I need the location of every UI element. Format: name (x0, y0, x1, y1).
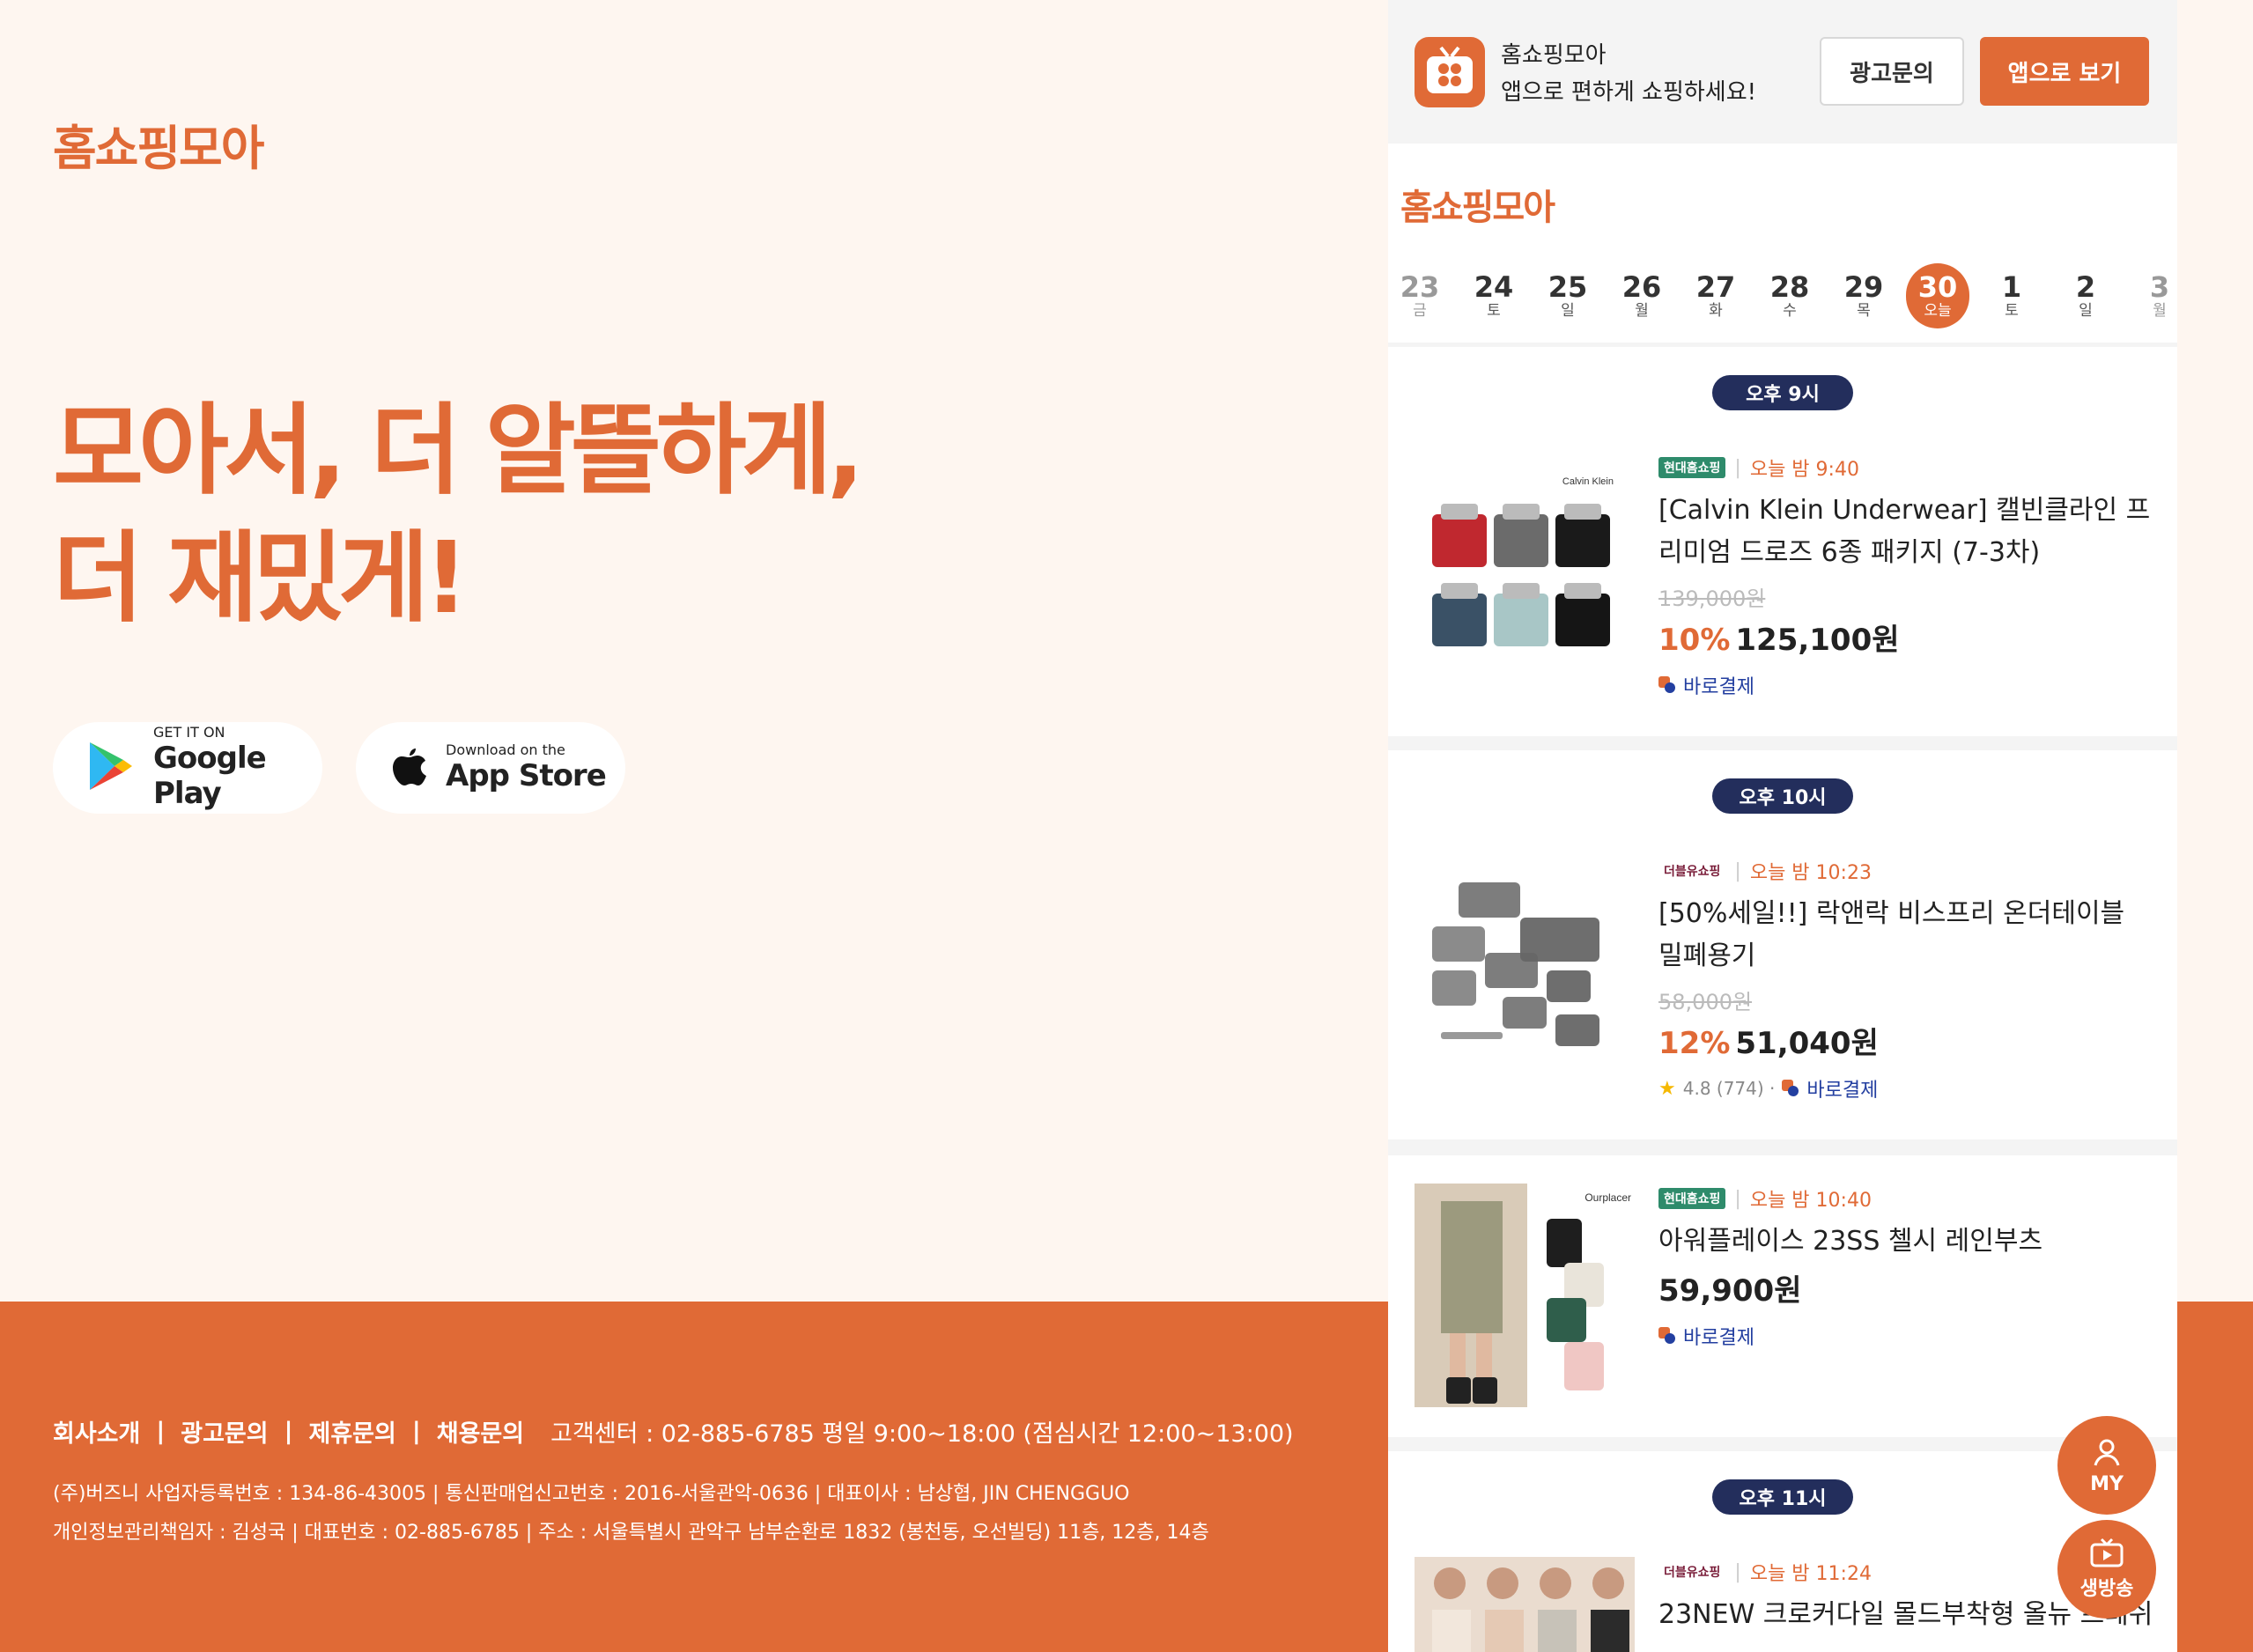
date-item[interactable]: 3월 (2128, 263, 2177, 328)
air-time: 오늘 밤 10:23 (1749, 862, 1872, 884)
product-title[interactable]: 아워플레이스 23SS 첼시 레인부츠 (1658, 1221, 2152, 1263)
footer-link-careers[interactable]: 채용문의 (437, 1414, 524, 1449)
user-icon (2091, 1436, 2123, 1473)
footer-link-partnership[interactable]: 제휴문의 (309, 1414, 396, 1449)
date-item[interactable]: 2일 (2054, 263, 2117, 328)
app-store-small: Download on the (446, 741, 565, 758)
direct-pay-label: 바로결제 (1683, 1327, 1754, 1349)
air-time: 오늘 밤 9:40 (1749, 459, 1859, 481)
mobile-panel: 홈쇼핑모아 앱으로 편하게 쇼핑하세요! 광고문의 앱으로 보기 홈쇼핑모아 2… (1388, 0, 2177, 1652)
thumb-brand: Ourplacer (1584, 1191, 1631, 1204)
time-slot-pill: 오후 9시 (1712, 375, 1853, 410)
banner-title: 홈쇼핑모아 (1501, 42, 1607, 69)
tv-app-icon (1415, 37, 1485, 107)
original-price: 139,000원 (1658, 586, 1766, 611)
sale-price: 12% 51,040원 (1658, 1019, 2152, 1062)
discount-rate: 12% (1658, 1026, 1731, 1061)
app-banner: 홈쇼핑모아 앱으로 편하게 쇼핑하세요! 광고문의 앱으로 보기 (1388, 0, 2177, 144)
direct-pay: ★ 4.8 (774) · 바로결제 (1658, 1074, 2152, 1103)
date-item[interactable]: 28 수 (1758, 263, 1821, 328)
thumb-brand: Calvin Klein (1562, 476, 1614, 487)
product-card[interactable]: Ourplacer 현대홈쇼핑 | 오늘 밤 10:40 아워플레이스 23SS… (1388, 1155, 2177, 1437)
date-item[interactable]: 23 금 (1388, 263, 1452, 328)
tv-icon (2089, 1538, 2124, 1573)
apple-icon (391, 745, 426, 791)
banner-subtitle: 앱으로 편하게 쇼핑하세요! (1501, 79, 1757, 106)
date-item[interactable]: 1토 (1980, 263, 2043, 328)
direct-pay: 바로결제 (1658, 1322, 2152, 1350)
my-page-button[interactable]: MY (2057, 1416, 2156, 1515)
date-item-today[interactable]: 30 오늘 (1906, 263, 1969, 328)
product-title[interactable]: [Calvin Klein Underwear] 캘빈클라인 프리미엄 드로즈 … (1658, 490, 2152, 574)
google-play-icon (88, 741, 134, 795)
headline-line-1: 모아서, 더 알뜰하게, (53, 394, 864, 508)
pay-icon (1658, 1327, 1676, 1345)
price-value: 59,900원 (1658, 1273, 1802, 1309)
channel-badge: 현대홈쇼핑 (1658, 1188, 1726, 1209)
app-store-big: App Store (446, 758, 607, 793)
product-title[interactable]: [50%세일!!] 락앤락 비스프리 온더테이블 밀폐용기 (1658, 893, 2152, 977)
date-selector: 23 금 24 토 25 일 26 월 27 화 28 수 29 목 30 오늘 1토 2일 3… (1388, 263, 2177, 334)
ad-inquiry-button[interactable]: 광고문의 (1820, 37, 1964, 106)
google-play-small: GET IT ON (153, 724, 225, 741)
channel-badge: 더블유쇼핑 (1664, 865, 1721, 879)
company-info-2: 개인정보관리책임자 : 김성국 | 대표번호 : 02-885-6785 | 주… (53, 1522, 1209, 1544)
date-item[interactable]: 26 월 (1610, 263, 1673, 328)
footer-link-company[interactable]: 회사소개 (53, 1414, 140, 1449)
pay-icon (1782, 1080, 1799, 1097)
panel-logo[interactable]: 홈쇼핑모아 (1400, 179, 1555, 230)
customer-center: 고객센터 : 02-885-6785 평일 9:00~18:00 (점심시간 1… (550, 1420, 1294, 1448)
footer-separator: | (156, 1418, 166, 1445)
logo[interactable]: 홈쇼핑모아 (53, 109, 264, 179)
air-time: 오늘 밤 10:40 (1749, 1190, 1872, 1212)
product-thumbnail[interactable]: Ourplacer (1415, 1184, 1635, 1407)
original-price: 58,000원 (1658, 990, 1753, 1014)
product-thumbnail[interactable] (1415, 856, 1635, 1080)
google-play-big: Google Play (153, 741, 267, 811)
live-broadcast-button[interactable]: 생방송 (2057, 1520, 2156, 1619)
date-item[interactable]: 25 일 (1536, 263, 1599, 328)
my-label: MY (2090, 1472, 2124, 1495)
product-info: 현대홈쇼핑 | 오늘 밤 9:40 [Calvin Klein Underwea… (1658, 454, 2152, 699)
date-item[interactable]: 24 토 (1462, 263, 1525, 328)
price-value: 125,100원 (1735, 623, 1900, 658)
product-card[interactable]: 오후 9시 Calvin Klein 현대홈쇼핑 | 오늘 밤 9:40 [Ca… (1388, 347, 2177, 736)
product-info: 더블유쇼핑 | 오늘 밤 10:23 [50%세일!!] 락앤락 비스프리 온더… (1658, 858, 2152, 1103)
time-slot-pill: 오후 11시 (1712, 1479, 1853, 1515)
star-icon: ★ (1658, 1077, 1676, 1100)
product-card[interactable]: 오후 11시 더블유쇼핑 | 오늘 밤 11:24 23NEW 크로커다일 몰드… (1388, 1451, 2177, 1652)
product-card[interactable]: 오후 10시 더블유쇼핑 | 오늘 밤 10:23 [50%세일!!] 락앤락 … (1388, 750, 2177, 1139)
footer-links: 회사소개 | 광고문의 | 제휴문의 | 채용문의 고객센터 : 02-885-… (53, 1414, 1294, 1449)
footer-separator: | (411, 1418, 421, 1445)
product-info: 현대홈쇼핑 | 오늘 밤 10:40 아워플레이스 23SS 첼시 레인부츠 5… (1658, 1185, 2152, 1350)
direct-pay-label: 바로결제 (1683, 676, 1754, 698)
discount-rate: 10% (1658, 623, 1731, 658)
sale-price: 10% 125,100원 (1658, 616, 2152, 659)
channel-badge: 더블유쇼핑 (1664, 1566, 1721, 1580)
rating: 4.8 (774) · (1682, 1078, 1776, 1099)
app-store-button[interactable]: Download on the App Store (356, 722, 625, 814)
air-time: 오늘 밤 11:24 (1749, 1563, 1872, 1585)
panel-header: 홈쇼핑모아 23 금 24 토 25 일 26 월 27 화 28 수 29 목 30 오늘 1… (1388, 144, 2177, 343)
product-thumbnail[interactable]: Calvin Klein (1415, 453, 1635, 676)
footer-separator: | (284, 1418, 293, 1445)
date-item[interactable]: 27 화 (1684, 263, 1747, 328)
date-item[interactable]: 29 목 (1832, 263, 1895, 328)
pay-icon (1658, 676, 1676, 694)
price-value: 51,040원 (1735, 1026, 1879, 1061)
sale-price: 59,900원 (1658, 1266, 2152, 1309)
open-app-button[interactable]: 앱으로 보기 (1980, 37, 2149, 106)
direct-pay-label: 바로결제 (1806, 1080, 1879, 1102)
footer-link-ads[interactable]: 광고문의 (181, 1414, 268, 1449)
time-slot-pill: 오후 10시 (1712, 778, 1853, 814)
company-info-1: (주)버즈니 사업자등록번호 : 134-86-43005 | 통신판매업신고번… (53, 1483, 1130, 1505)
direct-pay: 바로결제 (1658, 671, 2152, 699)
google-play-button[interactable]: GET IT ON Google Play (53, 722, 322, 814)
headline: 모아서, 더 알뜰하게, 더 재밌게! (53, 387, 864, 643)
live-label: 생방송 (2079, 1578, 2134, 1600)
product-thumbnail[interactable] (1415, 1557, 1635, 1652)
channel-badge: 현대홈쇼핑 (1658, 457, 1726, 478)
headline-line-2: 더 재밌게! (53, 521, 469, 636)
